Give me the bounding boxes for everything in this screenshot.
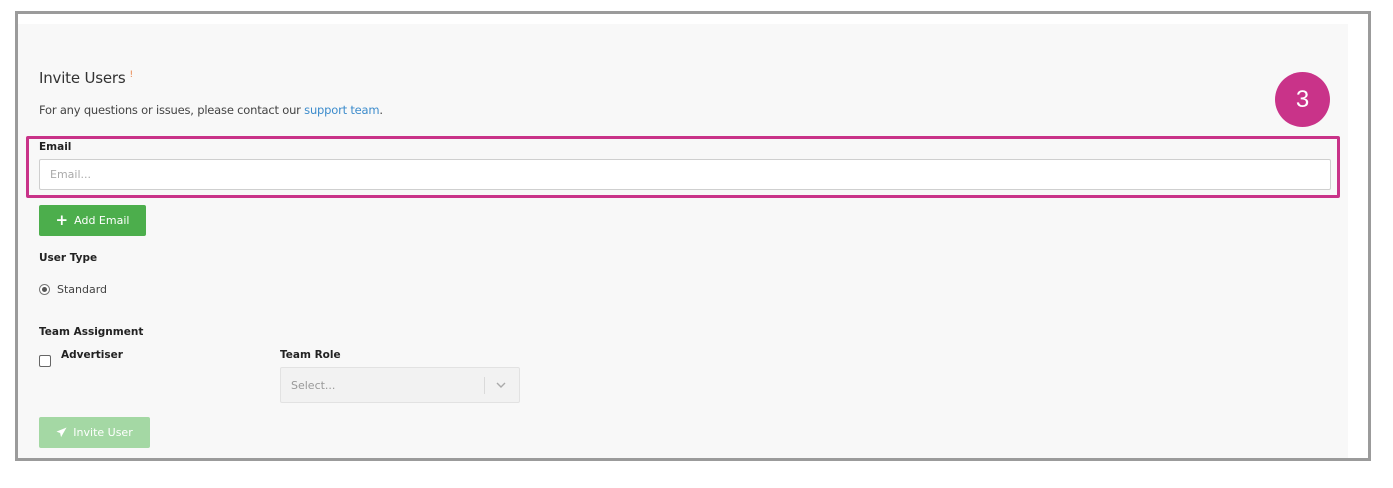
email-label: Email [39, 141, 72, 153]
invite-user-label: Invite User [73, 426, 133, 439]
select-divider [484, 377, 485, 394]
add-email-label: Add Email [74, 214, 130, 227]
email-input[interactable] [39, 159, 1331, 190]
user-type-option-standard[interactable]: Standard [39, 283, 107, 296]
chevron-down-icon [496, 382, 506, 388]
paper-plane-icon [56, 427, 67, 438]
help-text-prefix: For any questions or issues, please cont… [39, 103, 305, 117]
form-header: Invite Users ! [39, 69, 133, 87]
page-title: Invite Users [39, 69, 126, 87]
help-text: For any questions or issues, please cont… [39, 103, 383, 117]
invite-users-panel: Invite Users ! For any questions or issu… [18, 24, 1348, 458]
radio-selected-icon[interactable] [39, 284, 50, 295]
advertiser-checkbox[interactable] [39, 355, 51, 367]
add-email-button[interactable]: + Add Email [39, 205, 146, 236]
invite-user-button[interactable]: Invite User [39, 417, 150, 448]
standard-option-label: Standard [57, 283, 108, 296]
team-role-select-value: Select... [291, 379, 336, 392]
help-text-suffix: . [379, 103, 383, 117]
team-role-label: Team Role [280, 349, 341, 361]
plus-icon: + [55, 211, 69, 229]
support-team-link[interactable]: support team [304, 103, 379, 117]
team-role-select[interactable]: Select... [280, 367, 520, 403]
advertiser-label: Advertiser [61, 349, 123, 361]
screenshot-frame: Invite Users ! For any questions or issu… [15, 11, 1371, 461]
required-marker: ! [129, 70, 134, 80]
team-assignment-label: Team Assignment [39, 326, 144, 338]
step-badge: 3 [1275, 72, 1330, 127]
user-type-label: User Type [39, 252, 98, 264]
